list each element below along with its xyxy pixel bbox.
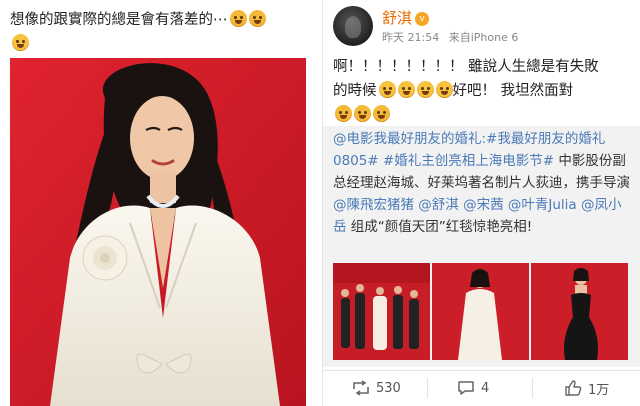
- like-button[interactable]: 1万: [564, 378, 609, 398]
- emoji-cry-icon: [397, 81, 415, 98]
- left-caption-text: 想像的跟實際的總是會有落差的⋯: [10, 12, 228, 28]
- thumbnail-white-gown-photo[interactable]: [432, 263, 529, 360]
- post-time: 昨天 21:54: [382, 31, 440, 44]
- post-text-line2a: 的時候: [333, 83, 377, 99]
- post-body: 啊！！！！！！！！ 雖說人生總是有失敗 的時候 好吧！ 我坦然面對: [333, 55, 633, 127]
- emoji-cry-icon: [435, 81, 453, 98]
- avatar[interactable]: [333, 6, 373, 46]
- repost-icon: [352, 380, 370, 396]
- username[interactable]: 舒淇 v: [382, 7, 430, 28]
- red-carpet-photo[interactable]: [10, 58, 306, 406]
- emoji-cry-icon: [416, 81, 434, 98]
- mention-movie[interactable]: @电影我最好朋友的婚礼: [333, 131, 482, 147]
- post-text-line1: 啊！！！！！！！！ 雖說人生總是有失敗: [333, 59, 599, 75]
- like-icon: [564, 380, 582, 396]
- emoji-tears-icon: [373, 105, 390, 122]
- emoji-tears-icon: [354, 105, 371, 122]
- thumbnail-group-photo[interactable]: [333, 263, 430, 360]
- username-text[interactable]: 舒淇: [382, 9, 412, 27]
- hashtag-festival[interactable]: #婚礼主创亮相上海电影节#: [379, 153, 554, 169]
- thumbnail-group-art: [333, 263, 430, 360]
- mention-director[interactable]: @陳飛宏猪猪: [333, 197, 414, 213]
- action-separator: [427, 378, 428, 398]
- comment-count: 4: [481, 380, 490, 396]
- thumbnail-white-gown-art: [432, 263, 529, 360]
- red-carpet-photo-art: [10, 58, 306, 406]
- repost-count: 530: [376, 380, 401, 396]
- retweet-text-2: 组成“颜值天团”红毯惊艳亮相!: [346, 219, 533, 235]
- comment-icon: [457, 380, 475, 396]
- vip-badge-icon: v: [415, 12, 430, 26]
- like-count: 1万: [588, 382, 610, 398]
- post-source: 来自iPhone 6: [448, 31, 519, 44]
- post-meta: 昨天 21:54 来自iPhone 6: [382, 29, 518, 45]
- emoji-cry-icon: [378, 81, 396, 98]
- emoji-tears-icon: [248, 10, 266, 27]
- mention-songqian[interactable]: @宋茜: [459, 197, 504, 213]
- retweet-text: @电影我最好朋友的婚礼:#我最好朋友的婚礼0805# #婚礼主创亮相上海电影节#…: [333, 128, 633, 238]
- emoji-tears-icon: [335, 105, 352, 122]
- thumbnail-black-gown-art: [531, 263, 628, 360]
- emoji-tears-icon: [229, 10, 247, 27]
- repost-button[interactable]: 530: [352, 378, 401, 398]
- emoji-cry-icon: [12, 34, 29, 51]
- action-separator: [532, 378, 533, 398]
- mention-yeqing[interactable]: @叶青Julia: [504, 197, 577, 213]
- post-text-line2b: 好吧！ 我坦然面對: [452, 83, 574, 99]
- thumbnail-black-gown-photo[interactable]: [531, 263, 628, 360]
- comment-button[interactable]: 4: [457, 378, 489, 398]
- left-caption: 想像的跟實際的總是會有落差的⋯: [10, 8, 310, 56]
- mention-shuqi[interactable]: @舒淇: [414, 197, 459, 213]
